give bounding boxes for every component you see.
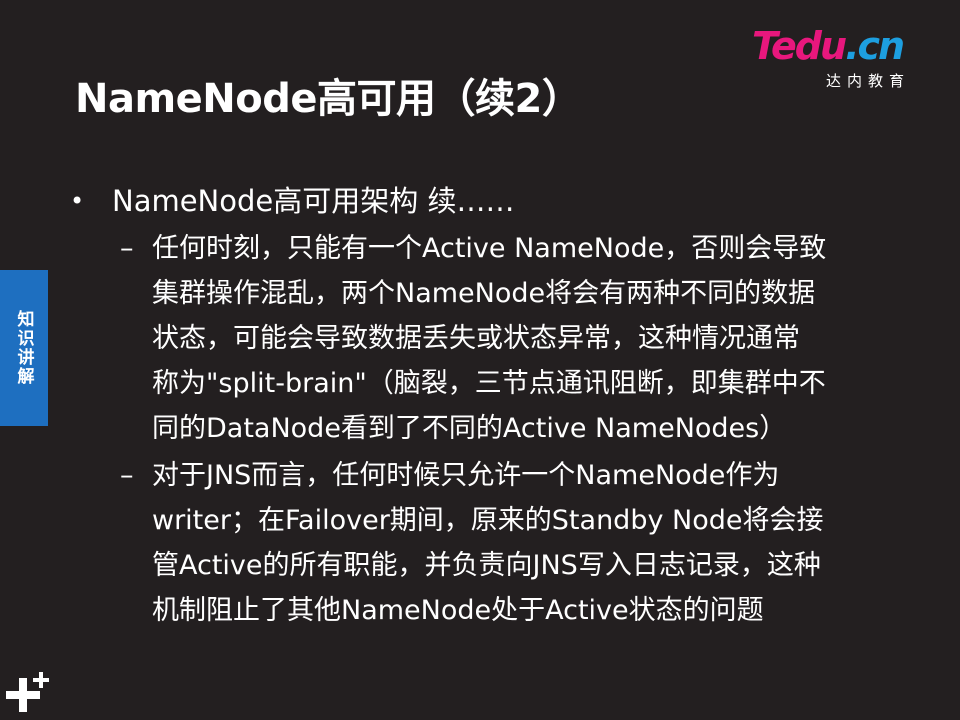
bullet-item: • NameNode高可用架构 续……: [70, 178, 900, 224]
bullet-text: NameNode高可用架构 续……: [112, 184, 515, 218]
dash-marker: –: [120, 233, 134, 264]
logo-te: Te: [752, 24, 797, 68]
slide-title: NameNode高可用（续2）: [75, 76, 582, 122]
logo-du: du: [794, 24, 847, 68]
side-tab-label: 知识讲解: [13, 310, 34, 386]
dash-marker: –: [120, 460, 134, 491]
logo-cn: .cn: [845, 24, 905, 68]
subitem-jns-writer: – 对于JNS而言，任何时候只允许一个NameNode作为 writer；在Fa…: [70, 453, 824, 633]
slide-content: • NameNode高可用架构 续…… – 任何时刻，只能有一个Active N…: [70, 178, 900, 633]
side-tab: 知识讲解: [0, 270, 48, 426]
tedu-logo: Tedu.cn 达内教育: [752, 26, 932, 98]
subitem-line: 管Active的所有职能，并负责向JNS写入日志记录，这种: [152, 550, 821, 581]
subitem-line: 同的DataNode看到了不同的Active NameNodes）: [152, 413, 787, 444]
subitem-line: 对于JNS而言，任何时候只允许一个NameNode作为: [152, 460, 780, 491]
subitem-line: 集群操作混乱，两个NameNode将会有两种不同的数据: [152, 278, 816, 309]
plus-icon-small: [33, 672, 49, 688]
subitem-line: 状态，可能会导致数据丢失或状态异常，这种情况通常: [152, 323, 800, 354]
subitem-line: 机制阻止了其他NameNode处于Active状态的问题: [152, 595, 764, 626]
subitem-line: 称为"split-brain"（脑裂，三节点通讯阻断，即集群中不: [152, 368, 826, 399]
bullet-marker: •: [70, 187, 85, 215]
subitem-line: writer；在Failover期间，原来的Standby Node将会接: [152, 505, 824, 536]
subitem-split-brain: – 任何时刻，只能有一个Active NameNode，否则会导致 集群操作混乱…: [70, 226, 827, 451]
subitem-line: 任何时刻，只能有一个Active NameNode，否则会导致: [152, 233, 827, 264]
logo-wordmark: Tedu.cn: [752, 26, 932, 66]
logo-subtitle: 达内教育: [826, 72, 911, 90]
